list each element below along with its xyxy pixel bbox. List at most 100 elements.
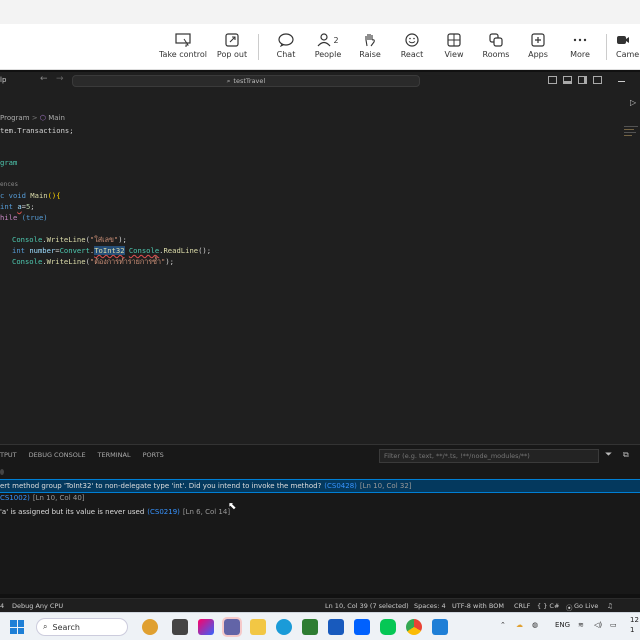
react-button[interactable]: React [397, 30, 427, 66]
codelens-references[interactable]: ences [0, 181, 18, 188]
teams-titlebar [0, 0, 640, 24]
wifi-icon[interactable]: ≋ [578, 621, 584, 629]
tab-ports[interactable]: PORTS [143, 451, 164, 463]
customize-layout-icon[interactable] [593, 76, 602, 84]
status-go-live[interactable]: Go Live [574, 602, 598, 610]
tray-chevron-icon[interactable]: ⌃ [500, 621, 506, 629]
status-encoding[interactable]: UTF-8 with BOM [452, 602, 504, 610]
teams-icon[interactable] [222, 617, 242, 637]
file-explorer-icon[interactable] [250, 619, 266, 635]
back-arrow-icon[interactable]: ← [40, 74, 48, 84]
broadcast-icon: ⦿ [566, 604, 573, 612]
vscode-icon[interactable] [432, 619, 448, 635]
apps-icon [531, 30, 545, 50]
problem-code-link[interactable]: (CS0219) [147, 508, 180, 516]
edge-icon[interactable] [276, 619, 292, 635]
status-eol[interactable]: CRLF [514, 602, 530, 610]
status-language[interactable]: { } C# [537, 602, 559, 610]
clock-time[interactable]: 12 [630, 616, 639, 624]
method-icon: ⬡ [39, 114, 47, 122]
problem-row[interactable]: 'a' is assigned but its value is never u… [0, 506, 640, 518]
raise-hand-icon [363, 30, 377, 50]
taskbar-search[interactable]: ⌕ Search [36, 618, 128, 636]
problems-filter-input[interactable]: Filter (e.g. text, **/*.ts, !**/node_mod… [379, 449, 599, 463]
windows-taskbar: ⌕ Search ⌃ ☁ ◍ ENG ≋ ◁) ▭ 12 1 [0, 612, 640, 640]
status-cursor-position[interactable]: Ln 10, Col 39 (7 selected) [325, 602, 409, 610]
take-control-icon [175, 30, 191, 50]
code-line: int number=Convert.ToInt32 Console.ReadL… [12, 246, 212, 255]
copilot-icon[interactable] [198, 619, 214, 635]
camera-icon [616, 30, 630, 50]
problem-row[interactable]: ert method group 'ToInt32' to non-delega… [0, 479, 640, 493]
dropbox-icon[interactable] [354, 619, 370, 635]
chrome-icon[interactable] [406, 619, 422, 635]
command-center-search[interactable]: ⌕ testTravel [72, 75, 420, 87]
react-icon [405, 30, 419, 50]
run-icon[interactable]: ▷ [630, 98, 636, 107]
toggle-secondary-sidebar-icon[interactable] [578, 76, 587, 84]
more-button[interactable]: More [566, 30, 594, 66]
problem-code-link[interactable]: CS1002) [0, 494, 30, 502]
code-line: tem.Transactions; [0, 126, 74, 135]
start-icon[interactable] [10, 620, 24, 634]
view-icon [447, 30, 461, 50]
status-debug-config[interactable]: Debug Any CPU [12, 602, 63, 610]
mouse-cursor-icon: ⬉ [228, 501, 237, 512]
problem-code-link[interactable]: (CS0428) [324, 482, 357, 490]
notifications-bell-icon[interactable]: ♫ [607, 602, 613, 610]
breadcrumb-separator: > [31, 114, 38, 122]
battery-icon[interactable]: ▭ [610, 621, 617, 629]
line-icon[interactable] [380, 619, 396, 635]
widgets-icon[interactable] [142, 619, 158, 635]
camera-button[interactable]: Came [616, 30, 640, 66]
store-icon[interactable] [302, 619, 318, 635]
pop-out-icon [225, 30, 239, 50]
raise-hand-button[interactable]: Raise [355, 30, 385, 66]
status-indentation[interactable]: Spaces: 4 [414, 602, 446, 610]
status-item[interactable]: 4 [0, 602, 4, 610]
breadcrumb-program[interactable]: Program [0, 114, 30, 122]
toggle-panel-icon[interactable] [563, 76, 572, 84]
minimize-icon[interactable] [618, 81, 625, 82]
clock-date[interactable]: 1 [630, 626, 634, 634]
toolbar-divider [606, 34, 607, 60]
tray-app-icon[interactable]: ◍ [532, 621, 538, 629]
problem-file-icon [0, 469, 4, 475]
code-line: gram [0, 158, 18, 167]
tab-terminal[interactable]: TERMINAL [98, 451, 131, 463]
volume-icon[interactable]: ◁) [594, 621, 602, 629]
filter-icon[interactable]: ⏷ [605, 450, 612, 460]
task-view-icon[interactable] [172, 619, 188, 635]
rooms-button[interactable]: Rooms [480, 30, 512, 66]
tab-debug-console[interactable]: DEBUG CONSOLE [29, 451, 86, 463]
status-bar: 4 Debug Any CPU Ln 10, Col 39 (7 selecte… [0, 598, 640, 612]
toggle-sidebar-icon[interactable] [548, 76, 557, 84]
people-button[interactable]: 2 People [310, 30, 346, 66]
word-icon[interactable] [328, 619, 344, 635]
tab-output[interactable]: TPUT [0, 451, 17, 463]
code-editor[interactable]: ▷ Program > ⬡ Main tem.Transactions; gra… [0, 90, 640, 444]
language-indicator[interactable]: ENG [555, 621, 570, 629]
forward-arrow-icon[interactable]: → [56, 74, 64, 84]
code-line: Console.WriteLine("ใส่เลข"); [12, 235, 127, 244]
cloud-icon[interactable]: ☁ [516, 621, 523, 629]
take-control-button[interactable]: Take control [158, 30, 208, 66]
chat-icon [278, 30, 294, 50]
code-line: Console.WriteLine("ต้องการทำรายการซ้ำ"); [12, 257, 175, 266]
view-button[interactable]: View [440, 30, 468, 66]
minimap[interactable] [624, 124, 638, 142]
code-line: int a=5; [0, 202, 35, 211]
problem-row[interactable]: CS1002) [Ln 10, Col 40] [0, 492, 640, 504]
collapse-all-icon[interactable]: ⧉ [623, 450, 629, 460]
pop-out-button[interactable]: Pop out [214, 30, 250, 66]
toolbar-divider [258, 34, 259, 60]
menu-help[interactable]: lp [0, 76, 6, 84]
search-icon: ⌕ [43, 622, 48, 631]
search-icon: ⌕ [226, 76, 231, 85]
chat-button[interactable]: Chat [270, 30, 302, 66]
code-line: c void Main(){ [0, 191, 61, 200]
apps-button[interactable]: Apps [524, 30, 552, 66]
breadcrumb-main[interactable]: Main [48, 114, 65, 122]
bottom-panel: TPUT DEBUG CONSOLE TERMINAL PORTS Filter… [0, 444, 640, 594]
people-count: 2 [333, 35, 339, 45]
